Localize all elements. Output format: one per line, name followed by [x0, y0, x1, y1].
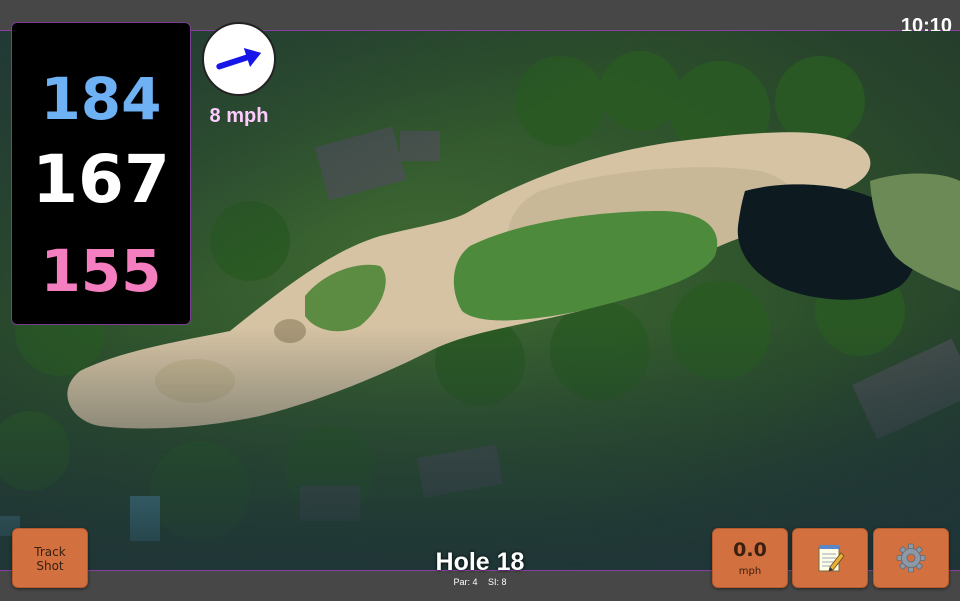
gear-icon: [896, 543, 926, 573]
settings-button[interactable]: [873, 528, 949, 588]
track-shot-button[interactable]: Track Shot: [12, 528, 88, 588]
notepad-icon: [818, 545, 845, 572]
speed-unit: mph: [738, 566, 762, 577]
wind-speed-label: 8 mph: [209, 105, 269, 127]
par-label: Par: 4: [453, 577, 478, 587]
distance-panel: 184 167 155: [11, 22, 191, 325]
middle-of-green-distance: 167: [32, 141, 170, 218]
notes-button[interactable]: [792, 528, 868, 588]
stroke-index-label: SI: 8: [488, 577, 507, 587]
wind-indicator: [202, 22, 276, 96]
back-of-green-distance: 184: [40, 65, 162, 133]
speed-button[interactable]: 0.0 mph: [712, 528, 788, 588]
hole-info: Par: 4 SI: 8: [380, 577, 580, 587]
speed-value: 0.0: [733, 539, 767, 561]
hole-title: Hole 18: [435, 548, 525, 576]
wind-direction-arrow-icon: [216, 47, 262, 70]
track-shot-label: Track Shot: [34, 545, 66, 573]
front-of-green-distance: 155: [40, 237, 162, 305]
